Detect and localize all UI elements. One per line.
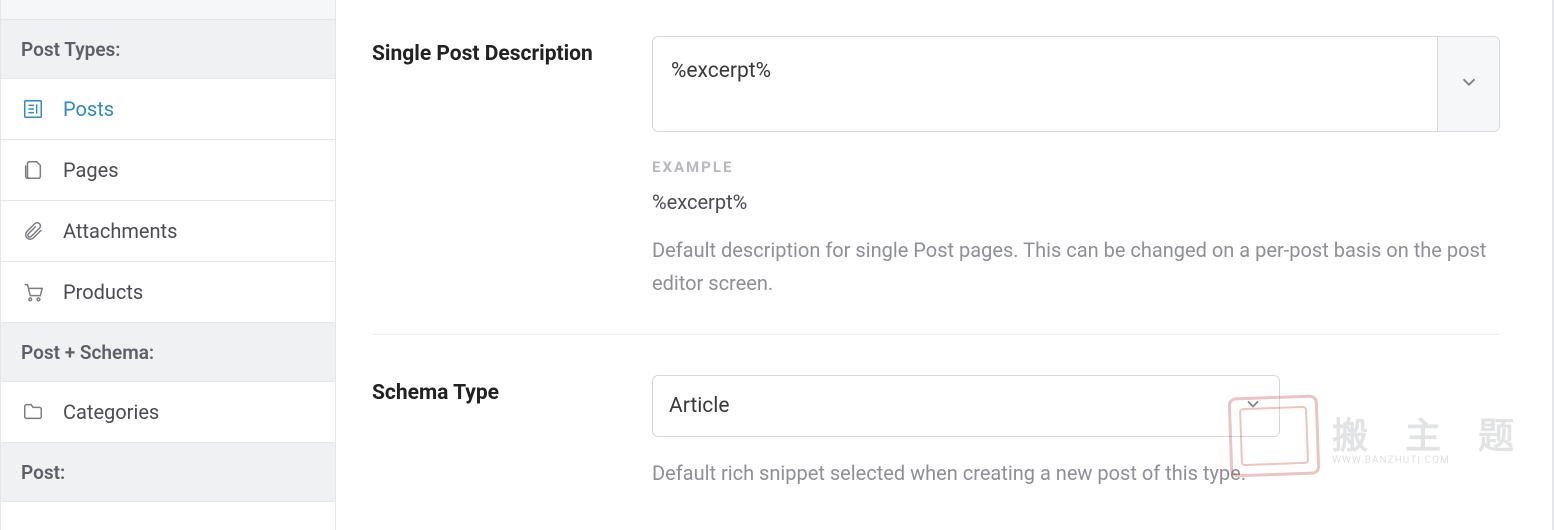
sidebar-section-post-types: Post Types:	[1, 20, 335, 79]
attachments-icon	[21, 219, 45, 243]
field-single-post-description: Single Post Description %excerpt% EXAMPL…	[372, 36, 1500, 300]
sidebar-item-label: Products	[63, 280, 143, 304]
sidebar-item-posts[interactable]: Posts	[1, 79, 335, 140]
sidebar-top-gap	[1, 0, 335, 20]
sidebar-item-pages[interactable]: Pages	[1, 140, 335, 201]
help-text: Default description for single Post page…	[652, 234, 1500, 300]
sidebar-item-label: Categories	[63, 400, 159, 424]
field-label: Single Post Description	[372, 36, 652, 66]
sidebar-section-post: Post:	[1, 443, 335, 502]
example-value: %excerpt%	[652, 190, 1500, 214]
pages-icon	[21, 158, 45, 182]
field-label: Schema Type	[372, 375, 652, 405]
select-value: Article	[669, 394, 1243, 418]
example-label: EXAMPLE	[652, 158, 1500, 176]
variables-dropdown-button[interactable]	[1437, 37, 1499, 131]
products-icon	[21, 280, 45, 304]
sidebar-section-post-schema: Post + Schema:	[1, 323, 335, 382]
sidebar: Post Types: Posts Pages Attachments Prod…	[0, 0, 336, 530]
sidebar-item-label: Posts	[63, 97, 114, 121]
input-value: %excerpt%	[653, 37, 1437, 131]
field-schema-type: Schema Type Article Default rich snippet…	[372, 375, 1500, 490]
schema-type-select[interactable]: Article	[652, 375, 1280, 437]
chevron-down-icon	[1243, 394, 1263, 419]
posts-icon	[21, 97, 45, 121]
sidebar-item-products[interactable]: Products	[1, 262, 335, 323]
sidebar-item-label: Pages	[63, 158, 119, 182]
folder-icon	[21, 400, 45, 424]
sidebar-item-categories[interactable]: Categories	[1, 382, 335, 443]
single-post-description-input[interactable]: %excerpt%	[652, 36, 1500, 132]
chevron-down-icon	[1458, 71, 1480, 98]
help-text: Default rich snippet selected when creat…	[652, 457, 1500, 490]
main-content: Single Post Description %excerpt% EXAMPL…	[336, 0, 1554, 530]
sidebar-item-label: Attachments	[63, 219, 177, 243]
field-divider	[372, 334, 1500, 335]
sidebar-item-attachments[interactable]: Attachments	[1, 201, 335, 262]
